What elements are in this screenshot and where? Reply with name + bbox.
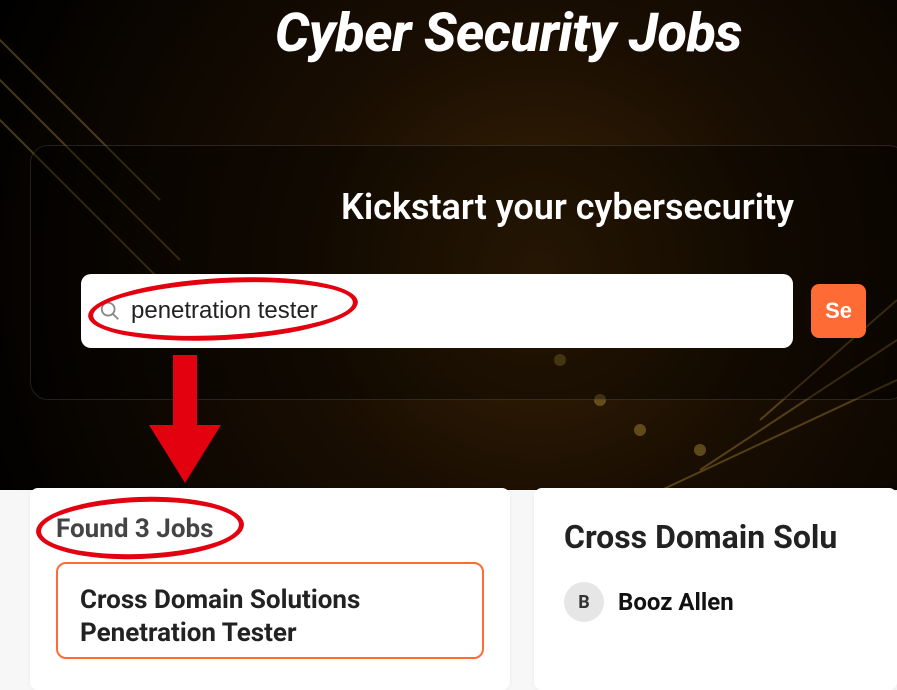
job-card-title: Cross Domain Solutions Penetration Teste… xyxy=(80,584,460,649)
search-box[interactable] xyxy=(81,274,793,348)
results-count-label: Found 3 Jobs xyxy=(56,514,484,544)
search-button[interactable]: Se xyxy=(811,284,866,338)
search-row: Se xyxy=(81,274,866,348)
company-name[interactable]: Booz Allen xyxy=(618,588,734,616)
job-detail-panel: Cross Domain Solu B Booz Allen xyxy=(534,488,897,690)
hero-banner: Cyber Security Jobs Kickstart your cyber… xyxy=(0,0,897,490)
company-row: B Booz Allen xyxy=(564,582,871,622)
company-avatar: B xyxy=(564,582,604,622)
results-area: Found 3 Jobs Cross Domain Solutions Pene… xyxy=(0,490,897,690)
hero-subtitle: Kickstart your cybersecurity xyxy=(81,186,866,228)
page-title: Cyber Security Jobs xyxy=(275,2,742,65)
search-panel: Kickstart your cybersecurity Se xyxy=(30,145,897,400)
search-icon xyxy=(99,300,121,322)
search-input[interactable] xyxy=(131,297,775,325)
job-card[interactable]: Cross Domain Solutions Penetration Teste… xyxy=(56,562,484,659)
results-list-panel: Found 3 Jobs Cross Domain Solutions Pene… xyxy=(30,488,510,690)
job-detail-title: Cross Domain Solu xyxy=(564,518,871,556)
